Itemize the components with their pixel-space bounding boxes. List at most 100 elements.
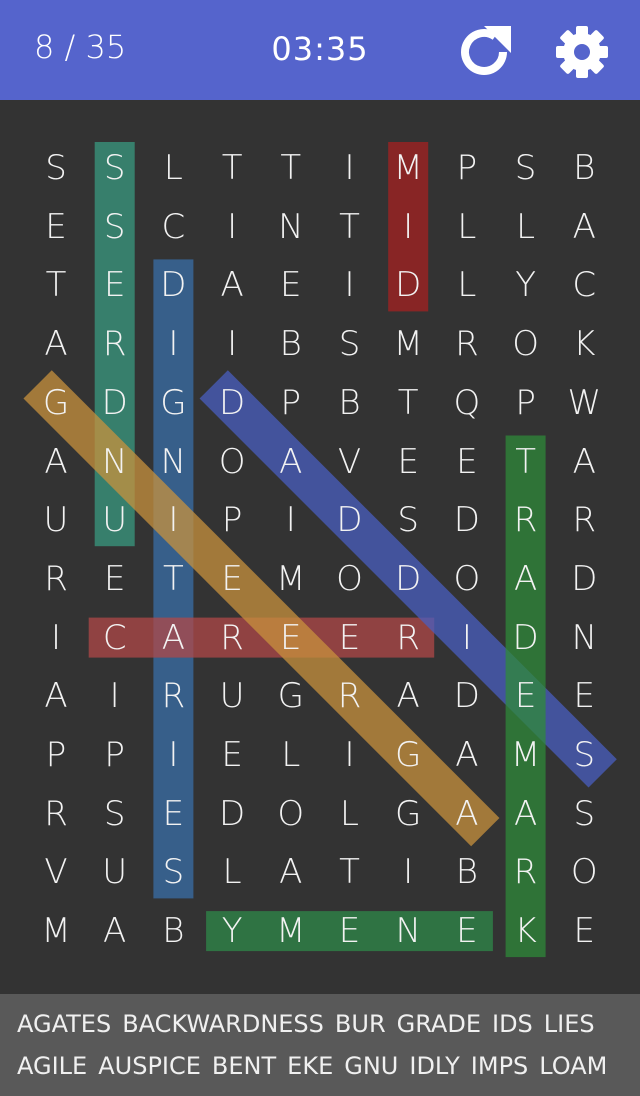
grid-cell[interactable]: S	[497, 139, 555, 197]
grid-cell[interactable]: T	[27, 256, 85, 314]
grid-cell[interactable]: T	[144, 550, 202, 608]
grid-cell[interactable]: D	[555, 550, 613, 608]
grid-cell[interactable]: A	[497, 550, 555, 608]
grid-cell[interactable]: R	[27, 550, 85, 608]
grid-cell[interactable]: T	[497, 433, 555, 491]
grid-cell[interactable]: R	[497, 843, 555, 901]
grid-cell[interactable]: L	[438, 198, 496, 256]
grid-cell[interactable]: L	[321, 785, 379, 843]
grid-cell[interactable]: E	[203, 726, 261, 784]
grid-cell[interactable]: A	[379, 667, 437, 725]
grid-cell[interactable]: B	[438, 843, 496, 901]
grid-cell[interactable]: A	[555, 433, 613, 491]
grid-cell[interactable]: U	[27, 491, 85, 549]
grid-cell[interactable]: S	[86, 139, 144, 197]
grid-cell[interactable]: A	[86, 902, 144, 960]
grid-cell[interactable]: A	[438, 726, 496, 784]
grid-cell[interactable]: R	[379, 609, 437, 667]
grid-cell[interactable]: N	[555, 609, 613, 667]
settings-button[interactable]	[552, 22, 612, 82]
grid-cell[interactable]: E	[497, 667, 555, 725]
grid-cell[interactable]: I	[203, 198, 261, 256]
grid-cell[interactable]: D	[144, 256, 202, 314]
grid-cell[interactable]: A	[27, 667, 85, 725]
grid-cell[interactable]: L	[438, 256, 496, 314]
grid-cell[interactable]: O	[203, 433, 261, 491]
grid-cell[interactable]: A	[27, 433, 85, 491]
grid-cell[interactable]: E	[321, 609, 379, 667]
grid-cell[interactable]: B	[144, 902, 202, 960]
grid-cell[interactable]: I	[262, 491, 320, 549]
grid-cell[interactable]: G	[379, 726, 437, 784]
grid-cell[interactable]: I	[27, 609, 85, 667]
grid-cell[interactable]: G	[262, 667, 320, 725]
grid-cell[interactable]: G	[27, 374, 85, 432]
grid-cell[interactable]: V	[27, 843, 85, 901]
grid-cell[interactable]: W	[555, 374, 613, 432]
grid-cell[interactable]: E	[262, 256, 320, 314]
grid-cell[interactable]: N	[144, 433, 202, 491]
grid-cell[interactable]: I	[144, 491, 202, 549]
grid-cell[interactable]: I	[321, 139, 379, 197]
grid-cell[interactable]: B	[321, 374, 379, 432]
grid-cell[interactable]: I	[144, 315, 202, 373]
grid-cell[interactable]: T	[203, 139, 261, 197]
grid-cell[interactable]: Y	[497, 256, 555, 314]
grid-cell[interactable]: O	[555, 843, 613, 901]
grid-cell[interactable]: T	[321, 198, 379, 256]
grid-cell[interactable]: P	[86, 726, 144, 784]
grid-cell[interactable]: A	[438, 785, 496, 843]
grid-cell[interactable]: T	[321, 843, 379, 901]
grid-cell[interactable]: A	[203, 256, 261, 314]
grid-cell[interactable]: A	[497, 785, 555, 843]
grid-cell[interactable]: S	[555, 785, 613, 843]
grid-cell[interactable]: I	[321, 726, 379, 784]
restart-button[interactable]	[455, 22, 515, 82]
grid-cell[interactable]: P	[497, 374, 555, 432]
grid-cell[interactable]: A	[27, 315, 85, 373]
grid-cell[interactable]: M	[379, 139, 437, 197]
grid-cell[interactable]: D	[321, 491, 379, 549]
grid-cell[interactable]: O	[438, 550, 496, 608]
grid-cell[interactable]: D	[379, 256, 437, 314]
grid-cell[interactable]: D	[438, 667, 496, 725]
grid-cell[interactable]: I	[203, 315, 261, 373]
grid-cell[interactable]: S	[86, 785, 144, 843]
grid-cell[interactable]: R	[86, 315, 144, 373]
grid-cell[interactable]: E	[262, 609, 320, 667]
grid-cell[interactable]: S	[144, 843, 202, 901]
grid-cell[interactable]: R	[203, 609, 261, 667]
grid-cell[interactable]: I	[321, 256, 379, 314]
grid-cell[interactable]: G	[379, 785, 437, 843]
grid-cell[interactable]: D	[497, 609, 555, 667]
grid-cell[interactable]: L	[203, 843, 261, 901]
grid-cell[interactable]: P	[438, 139, 496, 197]
grid-cell[interactable]: P	[262, 374, 320, 432]
grid-cell[interactable]: E	[555, 667, 613, 725]
grid-cell[interactable]: S	[555, 726, 613, 784]
grid-cell[interactable]: M	[379, 315, 437, 373]
grid-cell[interactable]: U	[86, 843, 144, 901]
grid-cell[interactable]: I	[86, 667, 144, 725]
grid-cell[interactable]: L	[144, 139, 202, 197]
grid-cell[interactable]: D	[203, 374, 261, 432]
grid-cell[interactable]: T	[262, 139, 320, 197]
grid-cell[interactable]: S	[86, 198, 144, 256]
grid-cell[interactable]: D	[379, 550, 437, 608]
grid-cell[interactable]: O	[262, 785, 320, 843]
grid-cell[interactable]: D	[438, 491, 496, 549]
grid-cell[interactable]: S	[27, 139, 85, 197]
grid-cell[interactable]: E	[438, 433, 496, 491]
grid-cell[interactable]: B	[262, 315, 320, 373]
grid-cell[interactable]: O	[321, 550, 379, 608]
grid-cell[interactable]: U	[203, 667, 261, 725]
grid-cell[interactable]: Y	[203, 902, 261, 960]
grid-cell[interactable]: E	[203, 550, 261, 608]
grid-cell[interactable]: C	[144, 198, 202, 256]
grid-cell[interactable]: M	[262, 550, 320, 608]
grid-cell[interactable]: T	[379, 374, 437, 432]
grid-cell[interactable]: I	[438, 609, 496, 667]
grid-cell[interactable]: E	[144, 785, 202, 843]
grid-cell[interactable]: D	[203, 785, 261, 843]
grid-cell[interactable]: E	[27, 198, 85, 256]
